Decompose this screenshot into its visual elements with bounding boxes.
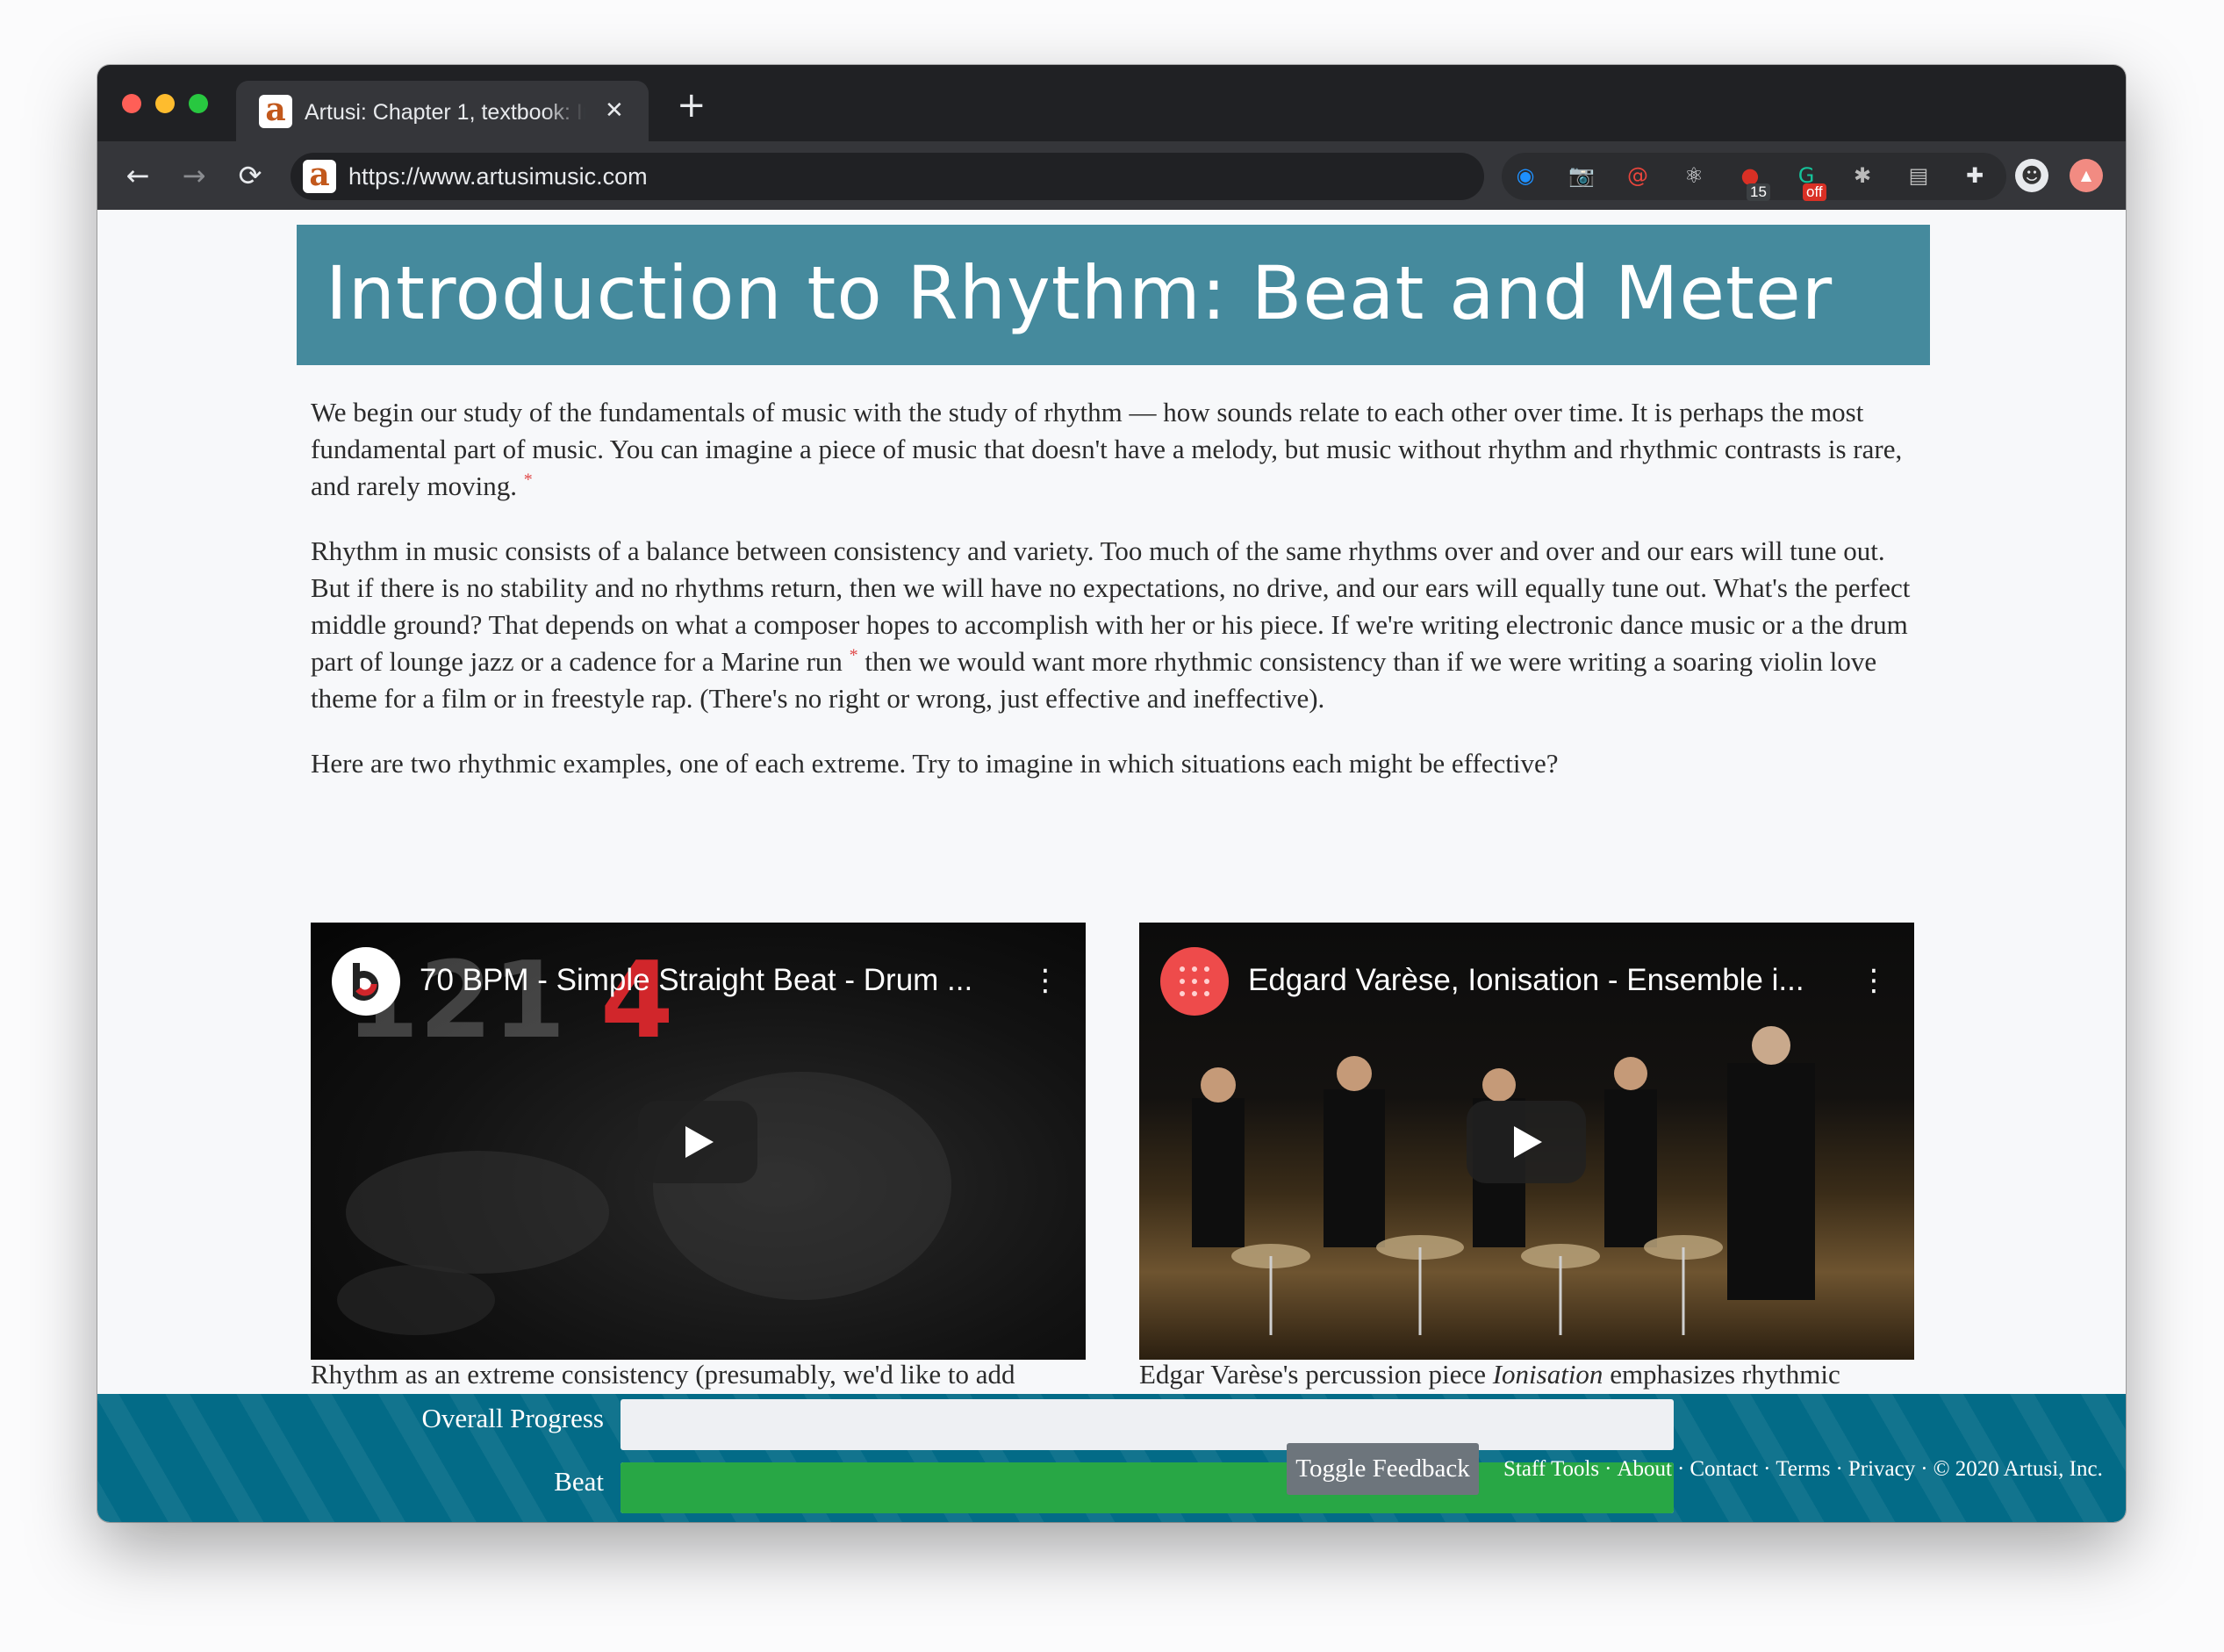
footer-links: Staff Tools · About · Contact · Terms · Privacy ·…	[1503, 1457, 2103, 1481]
back-arrow-icon[interactable]: ←	[119, 157, 156, 194]
forward-arrow-icon[interactable]: →	[176, 157, 212, 194]
beat-progress-label: Beat	[554, 1466, 604, 1497]
update-icon[interactable]: ▲	[2070, 159, 2103, 192]
browser-toolbar: ← → ⟳ a https://www.artusimusic.com ◉ 📷 @ ⚛…	[97, 141, 2126, 210]
channel-logo-icon[interactable]	[1160, 947, 1229, 1016]
footnote-marker[interactable]: *	[524, 470, 533, 490]
channel-logo-dots-icon	[1180, 966, 1209, 996]
overall-progress-bar	[621, 1399, 1674, 1450]
footer-link-contact[interactable]: Contact	[1690, 1457, 1758, 1481]
video-title[interactable]: Edgard Varèse, Ionisation - Ensemble i..…	[1248, 959, 1819, 1002]
close-window-button[interactable]	[122, 94, 141, 113]
paragraph-intro: We begin our study of the fundamentals o…	[311, 397, 1903, 501]
footnote-marker[interactable]: *	[850, 646, 858, 665]
maximize-window-button[interactable]	[189, 94, 208, 113]
circle-eye-icon[interactable]: ◉	[1509, 159, 1542, 192]
puzzle-icon[interactable]: ✚	[1958, 159, 1991, 192]
article-body: We begin our study of the fundamentals o…	[311, 394, 1917, 810]
camera-icon[interactable]: 📷	[1565, 159, 1598, 192]
footer-link-privacy[interactable]: Privacy	[1848, 1457, 1915, 1481]
footer-link-terms[interactable]: Terms	[1776, 1457, 1830, 1481]
spiral-icon[interactable]: @	[1621, 159, 1654, 192]
tab-strip: a Artusi: Chapter 1, textbook: Introduct…	[97, 65, 2126, 141]
extension-badge: off	[1803, 183, 1826, 201]
browser-window: a Artusi: Chapter 1, textbook: Introduct…	[97, 65, 2126, 1522]
video-caption-ionisation: Edgar Varèse's percussion piece Ionisati…	[1139, 1359, 1840, 1390]
overall-progress-label: Overall Progress	[421, 1403, 604, 1433]
site-favicon-icon: a	[303, 159, 336, 193]
channel-logo-icon[interactable]	[332, 947, 400, 1016]
play-button[interactable]	[1467, 1101, 1586, 1183]
artusi-favicon-icon: a	[259, 94, 292, 128]
page-content: Introduction to Rhythm: Beat and Meter W…	[97, 210, 2126, 1522]
avatar-icon[interactable]: ☻	[2015, 159, 2048, 192]
video-menu-icon[interactable]: ⋮	[1030, 961, 1060, 1000]
toggle-feedback-button[interactable]: Toggle Feedback	[1287, 1443, 1479, 1495]
paragraph-examples: Here are two rhythmic examples, one of e…	[311, 748, 1559, 779]
footer-copyright: © 2020 Artusi, Inc.	[1933, 1457, 2103, 1481]
tab-close-icon[interactable]: ✕	[605, 96, 624, 126]
tab-artusi[interactable]: a Artusi: Chapter 1, textbook: Introduct…	[236, 81, 649, 141]
paragraph-balance: Rhythm in music consists of a balance be…	[311, 535, 1911, 714]
video-menu-icon[interactable]: ⋮	[1859, 961, 1889, 1000]
page-title: Introduction to Rhythm: Beat and Meter	[326, 250, 1833, 336]
reader-icon[interactable]: ▤	[1902, 159, 1935, 192]
atom-icon[interactable]: ⚛	[1677, 159, 1711, 192]
address-bar[interactable]: a https://www.artusimusic.com	[291, 153, 1484, 200]
video-ionisation[interactable]: Edgard Varèse, Ionisation - Ensemble i..…	[1139, 923, 1914, 1360]
video-caption-drums: Rhythm as an extreme consistency (presum…	[311, 1359, 1015, 1390]
tab-title: Artusi: Chapter 1, textbook: Introductio…	[305, 100, 585, 125]
page-header-banner: Introduction to Rhythm: Beat and Meter	[297, 225, 1930, 365]
footer-link-about[interactable]: About	[1617, 1457, 1672, 1481]
video-title[interactable]: 70 BPM - Simple Straight Beat - Drum ...	[420, 959, 990, 1002]
url-text[interactable]: https://www.artusimusic.com	[348, 162, 648, 191]
video-drum-beat[interactable]: 121 4 70 BPM - Simple Straight Beat - Dr…	[311, 923, 1086, 1360]
footer-link-staff-tools[interactable]: Staff Tools	[1503, 1457, 1599, 1481]
reload-icon[interactable]: ⟳	[232, 157, 269, 194]
minimize-window-button[interactable]	[155, 94, 175, 113]
extension-badge: 15	[1747, 183, 1770, 201]
new-tab-button[interactable]: +	[677, 88, 707, 123]
play-button[interactable]	[638, 1101, 757, 1183]
hubspot-icon[interactable]: ✱	[1846, 159, 1879, 192]
channel-logo-b-icon	[340, 955, 392, 1008]
